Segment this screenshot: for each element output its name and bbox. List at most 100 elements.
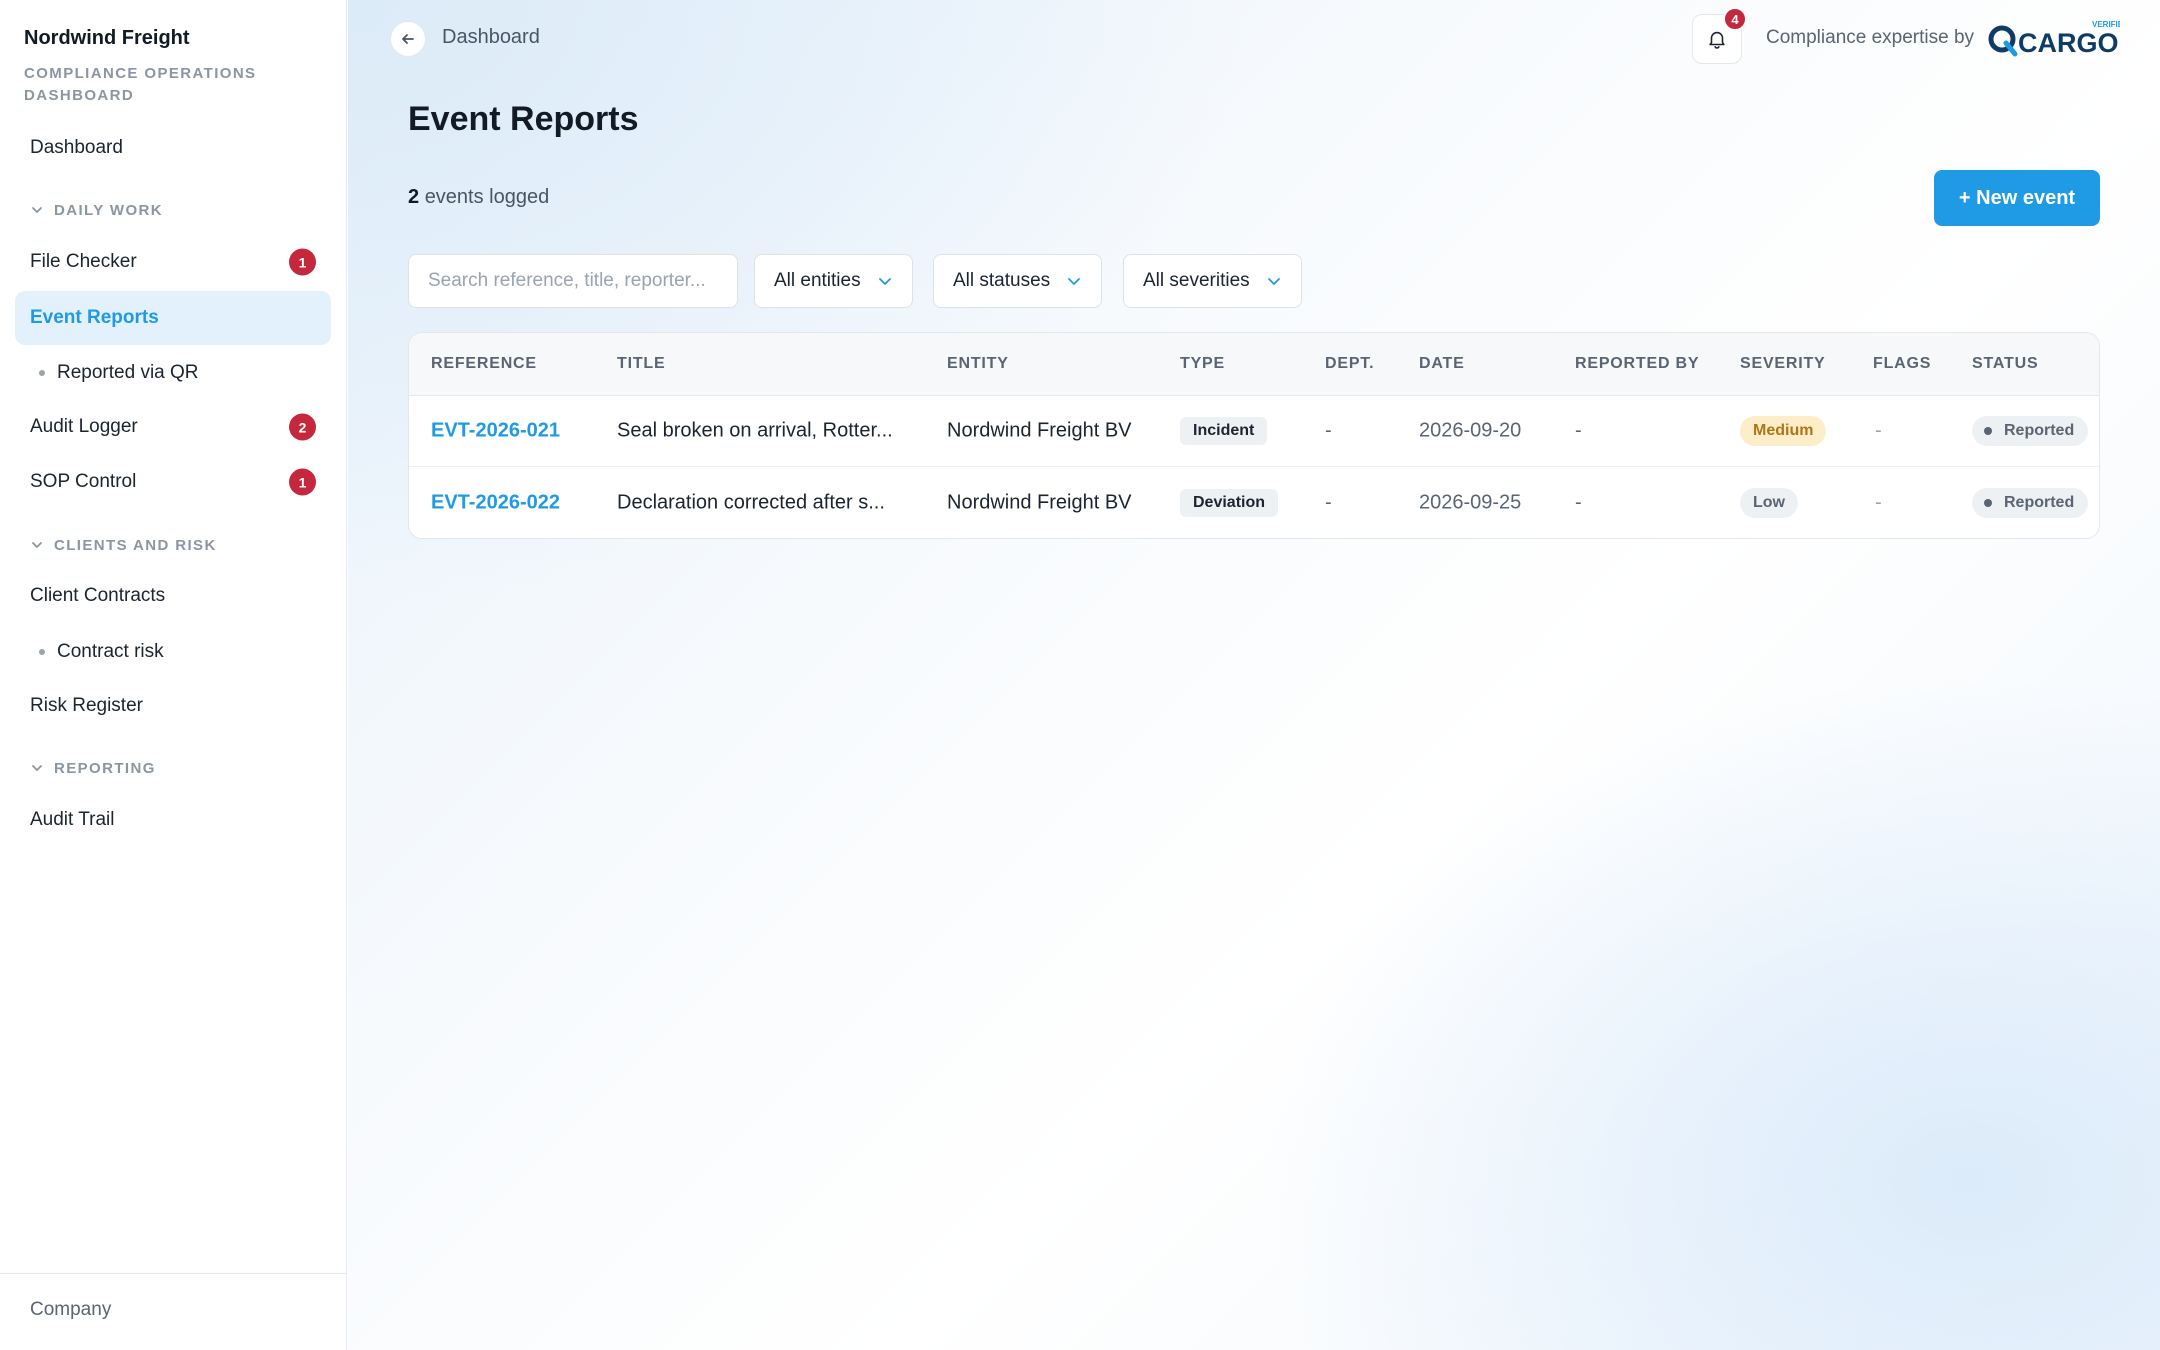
event-dept: -	[1325, 419, 1332, 442]
severity-filter-select[interactable]: All severities	[1123, 254, 1302, 308]
sidebar-item-client-contracts[interactable]: Client Contracts	[15, 569, 331, 623]
status-badge: Reported	[1972, 416, 2089, 446]
sidebar-item-risk-register[interactable]: Risk Register	[15, 679, 331, 733]
section-daily-work[interactable]: Daily Work	[30, 198, 163, 222]
column-header-severity[interactable]: Severity	[1740, 355, 1826, 373]
sidebar-footer[interactable]: Company	[0, 1273, 347, 1350]
type-badge: Incident	[1180, 417, 1268, 445]
chevron-down-icon	[32, 542, 42, 548]
status-dot-icon	[1984, 427, 1992, 435]
event-count: 2 events logged	[408, 186, 549, 209]
select-value: All statuses	[953, 270, 1051, 291]
chevron-down-icon	[32, 765, 42, 771]
column-header-dept[interactable]: Dept.	[1325, 355, 1374, 373]
column-header-type[interactable]: Type	[1180, 355, 1225, 373]
event-date: 2026-09-20	[1419, 419, 1522, 442]
qcargo-logo: CARGO VERIFIED	[1988, 20, 2120, 58]
sidebar-item-label: Audit Trail	[30, 809, 115, 830]
sidebar-item-label: SOP Control	[30, 471, 137, 492]
count-badge: 2	[289, 413, 316, 441]
event-count-number: 2	[408, 186, 420, 208]
table-row[interactable]: EVT-2026-022 Declaration corrected after…	[409, 467, 2099, 538]
event-severity: Medium	[1740, 416, 1827, 446]
severity-badge: Low	[1740, 487, 1798, 518]
event-title: Declaration corrected after s...	[617, 491, 885, 513]
event-flags: -	[1875, 491, 1882, 513]
new-event-button[interactable]: + New event	[1934, 170, 2100, 226]
entity-filter-select[interactable]: All entities	[754, 254, 913, 308]
sidebar-item-label: Dashboard	[30, 137, 123, 158]
section-label: Clients and Risk	[54, 536, 217, 554]
event-count-suffix: events logged	[424, 186, 550, 208]
company-link[interactable]: Company	[30, 1299, 111, 1321]
arrow-left-icon	[402, 34, 414, 44]
sidebar-item-dashboard[interactable]: Dashboard	[15, 121, 331, 175]
bullet-icon	[39, 370, 45, 376]
section-reporting[interactable]: Reporting	[30, 756, 156, 780]
logo-tag: VERIFIED	[2092, 20, 2120, 29]
sidebar-subitem-contract-risk[interactable]: Contract risk	[15, 627, 331, 677]
event-status: Reported	[1972, 416, 2089, 446]
event-title: Seal broken on arrival, Rotter...	[617, 419, 893, 442]
brand-name: Nordwind Freight	[24, 27, 190, 49]
sidebar-item-label: File Checker	[30, 251, 137, 272]
section-label: Daily Work	[54, 201, 164, 219]
column-header-title[interactable]: Title	[617, 355, 665, 373]
brand-subtitle: Compliance Operations Dashboard	[24, 65, 257, 104]
status-dot-icon	[1984, 498, 1992, 507]
column-header-flags[interactable]: Flags	[1873, 355, 1931, 373]
bell-icon	[1709, 31, 1725, 49]
search-input[interactable]	[408, 254, 738, 308]
page-title: Event Reports	[408, 100, 639, 138]
status-badge: Reported	[1972, 487, 2089, 518]
event-date: 2026-09-25	[1419, 491, 1522, 513]
event-status: Reported	[1972, 487, 2089, 518]
section-label: Reporting	[54, 759, 156, 777]
count-badge: 1	[289, 468, 316, 496]
select-value: All entities	[774, 270, 861, 291]
status-label: Reported	[2004, 422, 2075, 439]
select-value: All severities	[1143, 270, 1250, 291]
breadcrumb[interactable]: Dashboard	[442, 26, 540, 49]
count-badge: 1	[289, 248, 316, 276]
logo-text: CARGO	[2018, 28, 2119, 58]
column-header-reference[interactable]: Reference	[431, 355, 537, 373]
sidebar-item-audit-trail[interactable]: Audit Trail	[15, 793, 331, 847]
sidebar-item-audit-logger[interactable]: Audit Logger 2	[15, 400, 331, 454]
bullet-icon	[39, 649, 45, 655]
table-header: Reference Title Entity Type Dept. Date R…	[409, 333, 2099, 396]
status-label: Reported	[2004, 493, 2075, 511]
sidebar-item-file-checker[interactable]: File Checker 1	[15, 235, 331, 289]
column-header-reported-by[interactable]: Reported by	[1575, 355, 1699, 373]
event-reported-by: -	[1575, 491, 1582, 513]
event-type: Deviation	[1180, 488, 1279, 517]
sidebar-item-label: Client Contracts	[30, 585, 166, 606]
sidebar: Nordwind Freight Compliance Operations D…	[0, 0, 347, 1350]
section-clients-and-risk[interactable]: Clients and Risk	[30, 533, 217, 557]
event-flags: -	[1875, 419, 1882, 442]
event-reference-link[interactable]: EVT-2026-021	[431, 420, 560, 443]
sidebar-item-sop-control[interactable]: SOP Control 1	[15, 455, 331, 509]
status-filter-select[interactable]: All statuses	[933, 254, 1103, 308]
back-button[interactable]	[390, 21, 426, 57]
column-header-status[interactable]: Status	[1972, 355, 2038, 373]
chevron-down-icon	[32, 207, 42, 213]
event-reported-by: -	[1575, 419, 1582, 442]
expertise-text: Compliance expertise by	[1766, 27, 1975, 48]
events-table: Reference Title Entity Type Dept. Date R…	[408, 332, 2100, 539]
column-header-entity[interactable]: Entity	[947, 355, 1009, 373]
chevron-down-icon	[1267, 278, 1280, 285]
event-reference-link[interactable]: EVT-2026-022	[431, 491, 560, 514]
type-badge: Deviation	[1180, 488, 1279, 517]
chevron-down-icon	[878, 278, 891, 285]
sidebar-item-event-reports[interactable]: Event Reports	[15, 291, 331, 345]
sidebar-subitem-reported-via-qr[interactable]: Reported via QR	[15, 348, 331, 398]
notification-badge: 4	[1723, 7, 1747, 31]
table-row[interactable]: EVT-2026-021 Seal broken on arrival, Rot…	[409, 396, 2099, 467]
event-entity: Nordwind Freight BV	[947, 419, 1132, 442]
sidebar-item-label: Risk Register	[30, 695, 143, 716]
column-header-date[interactable]: Date	[1419, 355, 1465, 373]
main-content: Dashboard 4 Compliance expertise by CARG…	[348, 0, 2160, 1350]
sidebar-item-label: Contract risk	[57, 641, 164, 662]
event-entity: Nordwind Freight BV	[947, 491, 1132, 513]
